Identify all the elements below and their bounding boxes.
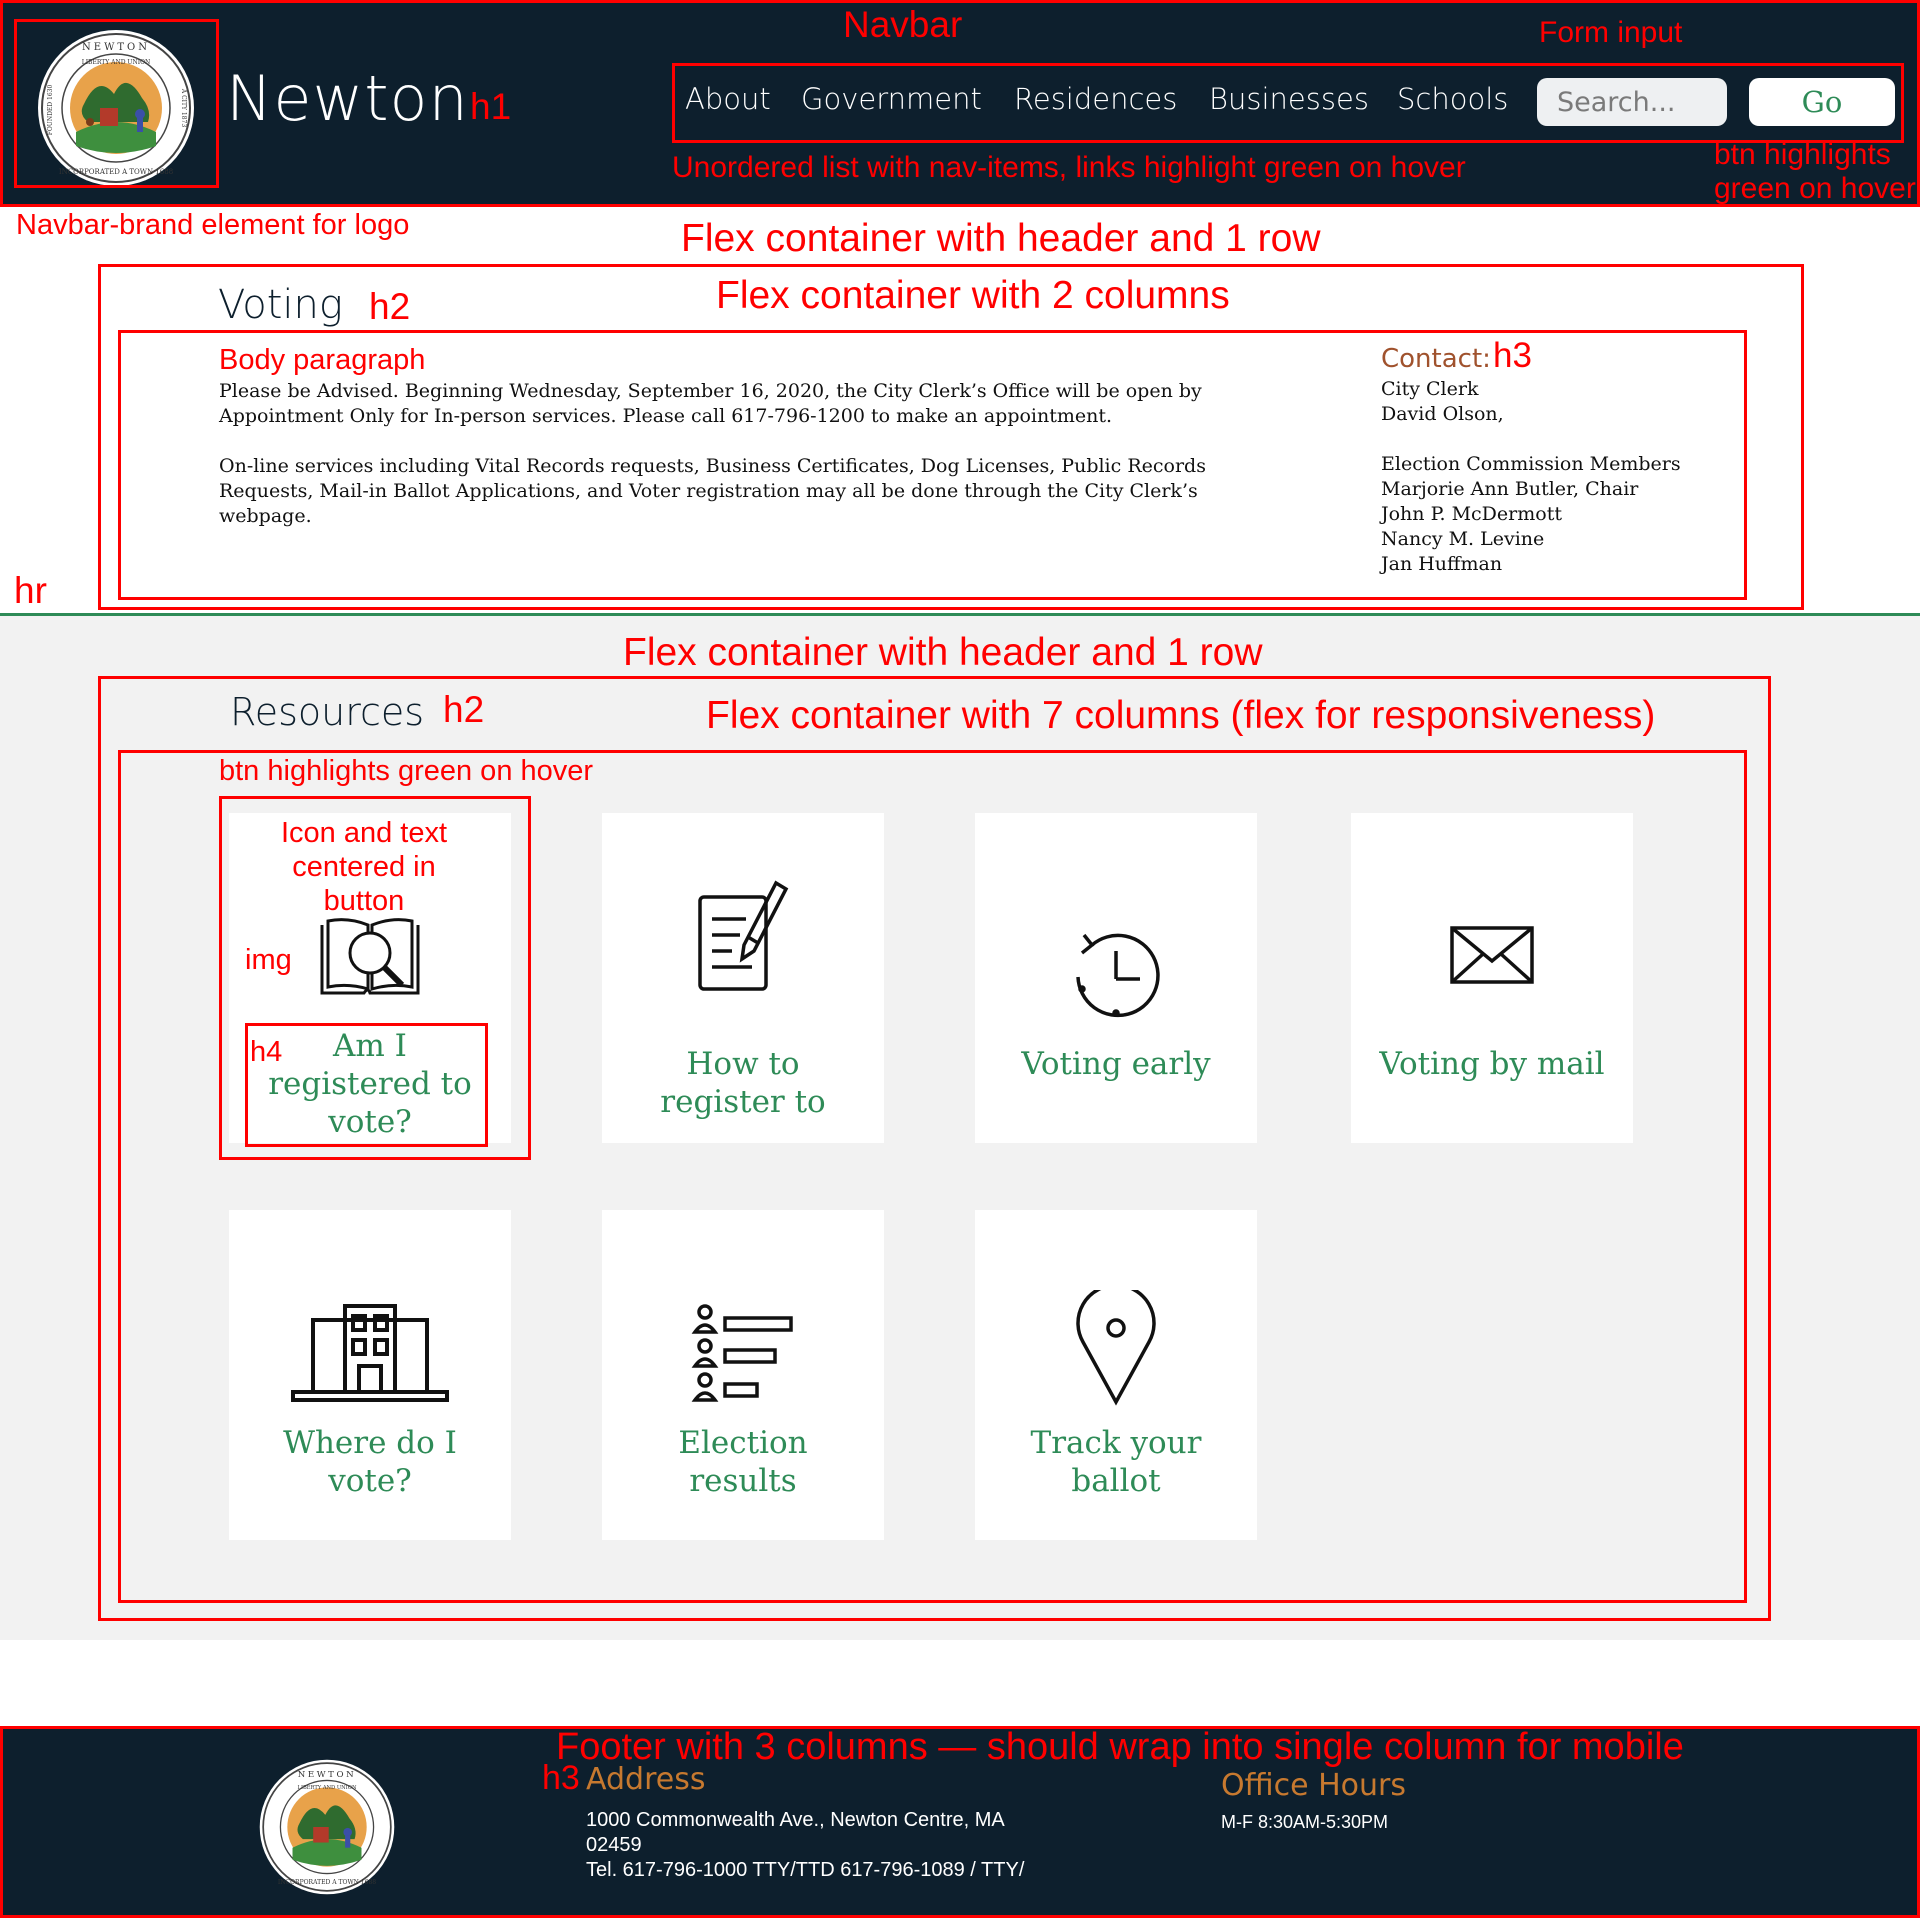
annotation-icon-text: button	[323, 885, 405, 917]
annotation-h4: h4	[250, 1036, 283, 1068]
annotation-flex-2-cols: Flex container with 2 columns	[716, 274, 1230, 317]
annotation-btn-highlight: btn highlights	[1714, 138, 1891, 171]
annotation-nav-list: Unordered list with nav-items, links hig…	[672, 151, 1466, 184]
annotation-flex-7-cols: Flex container with 7 columns (flex for …	[706, 694, 1656, 737]
annotation-h2-resources: h2	[443, 689, 485, 730]
annotation-img: img	[245, 944, 292, 976]
annotation-navbar: Navbar	[843, 4, 963, 45]
annotation-btn-hover: btn highlights green on hover	[219, 755, 594, 787]
annotation-flex-header-row: Flex container with header and 1 row	[681, 217, 1321, 260]
annotation-h1: h1	[470, 86, 512, 127]
annotation-h3-footer: h3	[542, 1759, 580, 1797]
annotation-footer: Footer with 3 columns — should wrap into…	[556, 1726, 1684, 1768]
annotation-flex-header-row-2: Flex container with header and 1 row	[623, 631, 1263, 674]
annotation-icon-text: Icon and text	[280, 817, 448, 849]
annotation-box-nav-list	[672, 63, 1904, 143]
annotation-form-input: Form input	[1539, 16, 1683, 49]
annotation-btn-highlight: green on hover	[1714, 172, 1916, 205]
annotation-h3-contact: h3	[1493, 336, 1532, 375]
annotation-brand-logo: Navbar-brand element for logo	[16, 209, 410, 241]
annotation-hr: hr	[14, 570, 47, 611]
annotation-body-paragraph: Body paragraph	[219, 344, 426, 376]
annotation-h2-voting: h2	[369, 286, 411, 327]
annotation-box-brand	[14, 19, 219, 188]
annotation-icon-text: centered in	[292, 851, 436, 883]
